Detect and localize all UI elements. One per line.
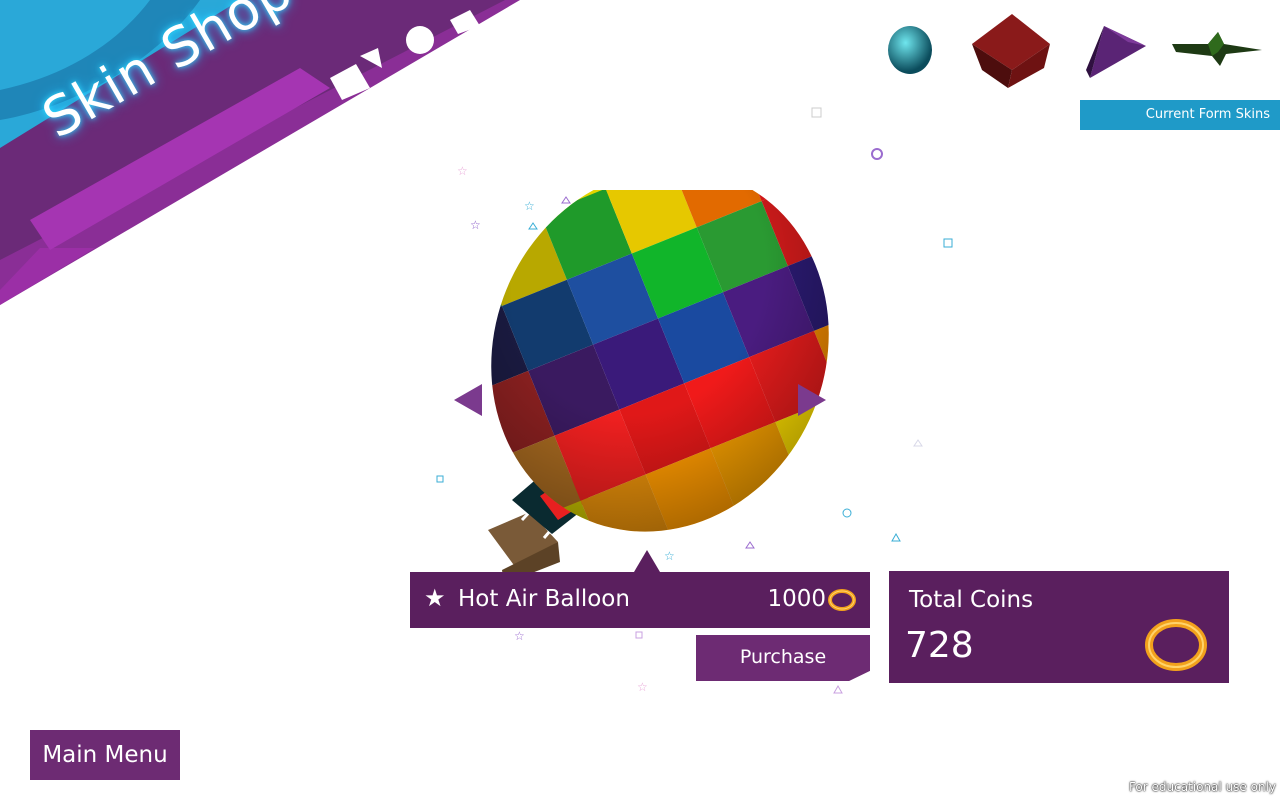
total-coins-label: Total Coins (909, 587, 1034, 613)
star-icon[interactable] (1170, 30, 1266, 70)
previous-skin-arrow[interactable] (454, 384, 482, 416)
item-price: 1000 (767, 586, 826, 612)
cube-icon[interactable] (968, 10, 1054, 90)
svg-text:☆: ☆ (637, 680, 648, 694)
star-icon: ★ (424, 584, 446, 612)
svg-text:☆: ☆ (514, 629, 525, 643)
purchase-button[interactable]: Purchase (696, 635, 870, 681)
coin-icon (828, 589, 856, 611)
main-menu-button[interactable]: Main Menu (30, 730, 180, 780)
sphere-icon[interactable] (884, 24, 936, 76)
total-coins-panel: Total Coins 728 (889, 571, 1229, 683)
hot-air-balloon-preview (440, 190, 860, 588)
current-form-skins-button[interactable]: Current Form Skins (1080, 100, 1280, 130)
total-coins-value: 728 (905, 625, 974, 666)
item-name: Hot Air Balloon (458, 586, 630, 612)
next-skin-arrow[interactable] (798, 384, 826, 416)
coin-icon (1145, 619, 1207, 671)
educational-use-notice: For educational use only (1128, 780, 1276, 794)
pyramid-icon[interactable] (1084, 22, 1148, 82)
item-info-panel: ★ Hot Air Balloon 1000 (410, 550, 870, 628)
